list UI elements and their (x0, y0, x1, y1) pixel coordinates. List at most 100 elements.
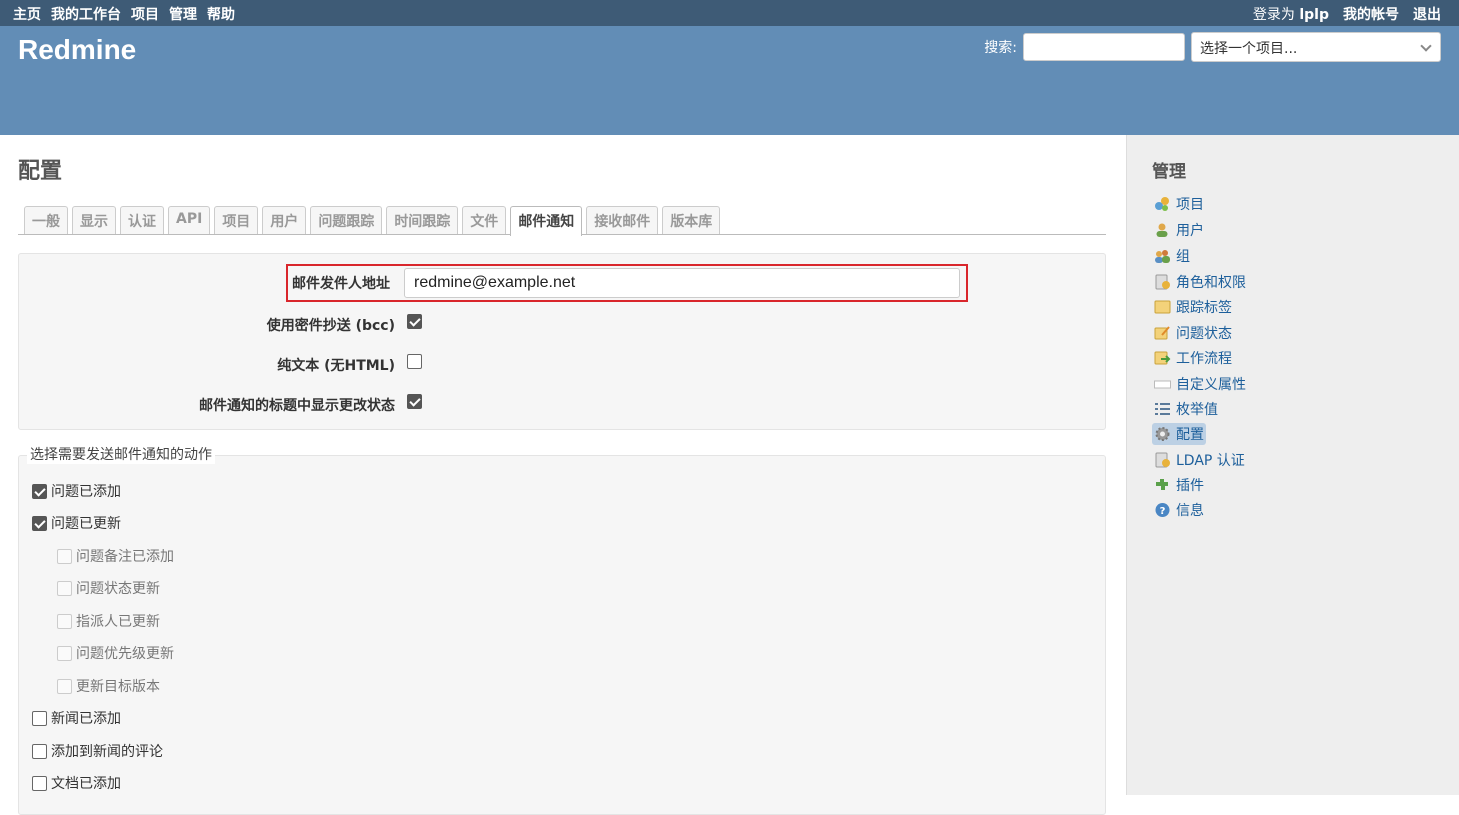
action-issue-status-updated[interactable]: 问题状态更新 (57, 578, 160, 598)
action-target-version-updated-checkbox[interactable] (57, 678, 72, 694)
top-menu-left: 主页 我的工作台 项目 管理 帮助 (13, 4, 235, 24)
main-content: 配置 一般 显示 认证 API 项目 用户 问题跟踪 时间跟踪 文件 邮件通知 … (0, 135, 1126, 815)
actions-legend: 选择需要发送邮件通知的动作 (27, 444, 215, 464)
tab-files[interactable]: 文件 (462, 206, 507, 234)
action-issue-added[interactable]: 问题已添加 (32, 481, 121, 501)
app-title: Redmine (18, 34, 137, 65)
group-icon (1154, 248, 1171, 264)
ldap-icon (1154, 452, 1171, 468)
bcc-checkbox[interactable] (407, 313, 422, 329)
user-icon (1154, 222, 1171, 238)
search-input[interactable] (1023, 33, 1185, 61)
sidebar: 管理 项目 用户 组 角色和权限 跟踪标签 问题状态 工作流程 自定义属性 枚举… (1126, 135, 1459, 795)
top-menu-admin-link[interactable]: 管理 (169, 4, 197, 24)
top-menu-right: 登录为 lplp 我的帐号 退出 (1253, 4, 1441, 24)
tab-authentication[interactable]: 认证 (120, 206, 164, 234)
action-assignee-updated[interactable]: 指派人已更新 (57, 611, 160, 631)
tab-display[interactable]: 显示 (72, 206, 116, 234)
action-issue-updated-checkbox[interactable] (32, 515, 47, 531)
action-news-comment-added[interactable]: 添加到新闻的评论 (32, 741, 163, 761)
action-news-comment-added-checkbox[interactable] (32, 743, 47, 759)
logged-as-user-link[interactable]: lplp (1299, 7, 1329, 23)
sidebar-item-users[interactable]: 用户 (1152, 219, 1206, 241)
sidebar-item-groups[interactable]: 组 (1152, 245, 1192, 267)
top-menu-help-link[interactable]: 帮助 (207, 4, 235, 24)
top-menu-projects-link[interactable]: 项目 (131, 4, 159, 24)
action-issue-updated[interactable]: 问题已更新 (32, 513, 121, 533)
chevron-down-icon (1420, 40, 1432, 52)
sidebar-item-label: 工作流程 (1176, 351, 1232, 367)
sidebar-item-trackers[interactable]: 跟踪标签 (1152, 296, 1234, 318)
sidebar-item-plugins[interactable]: 插件 (1152, 474, 1206, 496)
sidebar-title: 管理 (1152, 162, 1186, 182)
action-issue-note-added-checkbox[interactable] (57, 548, 72, 564)
tab-repositories[interactable]: 版本库 (662, 206, 721, 234)
plain-text-label: 纯文本 (无HTML) (277, 358, 395, 374)
sidebar-item-projects[interactable]: 项目 (1152, 193, 1206, 215)
plain-text-row: 纯文本 (无HTML) (19, 350, 1105, 380)
action-label: 问题状态更新 (76, 581, 160, 597)
sidebar-item-custom-fields[interactable]: 自定义属性 (1152, 373, 1248, 395)
sidebar-item-workflows[interactable]: 工作流程 (1152, 347, 1234, 369)
workflow-icon (1154, 350, 1171, 366)
sidebar-item-roles[interactable]: 角色和权限 (1152, 271, 1248, 293)
tab-users[interactable]: 用户 (262, 206, 307, 234)
sidebar-item-label: 角色和权限 (1176, 275, 1246, 291)
sidebar-item-info[interactable]: ? 信息 (1152, 499, 1206, 521)
tab-issue-tracking[interactable]: 问题跟踪 (310, 206, 383, 234)
action-label: 问题优先级更新 (76, 646, 174, 662)
action-label: 问题已更新 (51, 516, 121, 532)
top-menu-my-page-link[interactable]: 我的工作台 (51, 4, 121, 24)
sidebar-item-label: 配置 (1176, 427, 1204, 443)
top-menu-home-link[interactable]: 主页 (13, 4, 41, 24)
action-issue-note-added[interactable]: 问题备注已添加 (57, 546, 174, 566)
tab-email-notifications[interactable]: 邮件通知 (510, 206, 583, 236)
tab-api[interactable]: API (168, 206, 211, 234)
issue-status-icon (1154, 325, 1171, 341)
action-assignee-updated-checkbox[interactable] (57, 613, 72, 629)
action-target-version-updated[interactable]: 更新目标版本 (57, 676, 160, 696)
project-jump-placeholder: 选择一个项目... (1200, 41, 1298, 57)
action-label: 更新目标版本 (76, 679, 160, 695)
tab-general[interactable]: 一般 (24, 206, 68, 234)
top-menu: 主页 我的工作台 项目 管理 帮助 登录为 lplp 我的帐号 退出 (0, 0, 1459, 26)
sidebar-item-label: 组 (1176, 249, 1190, 265)
tab-time-tracking[interactable]: 时间跟踪 (386, 206, 459, 234)
quick-search: 搜索: 选择一个项目... (984, 32, 1441, 62)
action-document-added-checkbox[interactable] (32, 775, 47, 791)
action-issue-status-updated-checkbox[interactable] (57, 580, 72, 596)
sidebar-item-enumerations[interactable]: 枚举值 (1152, 398, 1220, 420)
action-document-added[interactable]: 文档已添加 (32, 773, 121, 793)
from-address-input[interactable] (404, 268, 960, 298)
sidebar-item-label: 枚举值 (1176, 402, 1218, 418)
svg-text:?: ? (1160, 506, 1166, 517)
status-in-subject-row: 邮件通知的标题中显示更改状态 (19, 390, 1105, 420)
sidebar-item-label: 用户 (1176, 223, 1204, 239)
search-label: 搜索: (984, 40, 1017, 56)
tab-projects[interactable]: 项目 (214, 206, 259, 234)
custom-field-icon (1154, 376, 1171, 392)
header: Redmine 搜索: 选择一个项目... (0, 26, 1459, 135)
sidebar-item-settings[interactable]: 配置 (1152, 423, 1206, 445)
action-news-added[interactable]: 新闻已添加 (32, 708, 121, 728)
list-icon (1154, 401, 1171, 417)
sidebar-item-label: 自定义属性 (1176, 377, 1246, 393)
action-priority-updated[interactable]: 问题优先级更新 (57, 643, 174, 663)
plain-text-checkbox[interactable] (407, 353, 422, 369)
sidebar-item-label: 项目 (1176, 197, 1204, 213)
my-account-link[interactable]: 我的帐号 (1343, 4, 1399, 24)
action-priority-updated-checkbox[interactable] (57, 645, 72, 661)
action-news-added-checkbox[interactable] (32, 710, 47, 726)
gear-icon (1154, 426, 1171, 442)
tab-incoming-emails[interactable]: 接收邮件 (586, 206, 659, 234)
action-label: 文档已添加 (51, 776, 121, 792)
notification-actions-box: 选择需要发送邮件通知的动作 问题已添加 问题已更新 问题备注已添加 问题状态更新… (18, 444, 1106, 815)
action-label: 新闻已添加 (51, 711, 121, 727)
action-label: 问题备注已添加 (76, 549, 174, 565)
project-jump-select[interactable]: 选择一个项目... (1191, 32, 1441, 62)
sidebar-item-issue-statuses[interactable]: 问题状态 (1152, 322, 1234, 344)
status-in-subject-checkbox[interactable] (407, 393, 422, 409)
action-issue-added-checkbox[interactable] (32, 483, 47, 499)
logout-link[interactable]: 退出 (1413, 4, 1441, 24)
sidebar-item-ldap[interactable]: LDAP 认证 (1152, 449, 1247, 471)
